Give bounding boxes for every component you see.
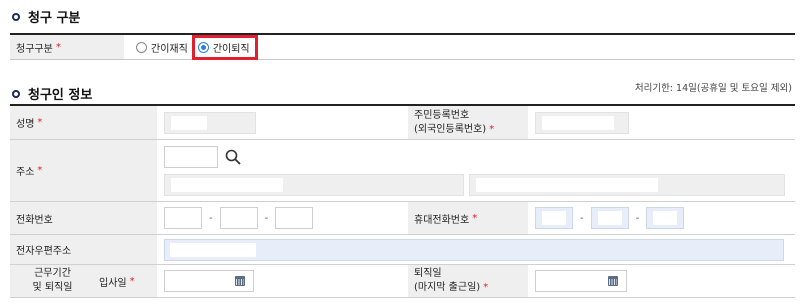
calendar-icon[interactable] (235, 276, 245, 286)
rrn-label: 주민등록번호 (외국인등록번호) * (408, 106, 528, 139)
work-period-label: 근무기간 및 퇴직일 (10, 265, 95, 297)
section-title-claim-type: 청구 구분 (12, 7, 80, 26)
rrn-input[interactable] (535, 111, 629, 134)
hire-date-cell (157, 265, 408, 297)
bullet-icon (12, 12, 20, 21)
row-work-period: 근무기간 및 퇴직일 입사일 * 퇴직일 (마지막 출근일) * (10, 265, 795, 298)
required-mark: * (55, 41, 61, 53)
hire-date-label: 입사일 * (95, 265, 157, 297)
claim-type-table: 청구구분 * 간이재직 간이퇴직 (10, 33, 795, 60)
radio-circle[interactable] (136, 41, 147, 53)
mobile-input-3[interactable] (646, 207, 685, 229)
radio-circle[interactable] (197, 41, 209, 53)
address-detail-input[interactable] (469, 173, 785, 196)
phone-label: 전화번호 (10, 202, 157, 234)
mobile-label: 휴대전화번호 * (408, 202, 528, 234)
claim-type-label: 청구구분 * (10, 35, 124, 59)
calendar-icon[interactable] (608, 276, 618, 286)
mobile-input-2[interactable] (590, 207, 629, 229)
mobile-input-1[interactable] (535, 207, 573, 229)
phone-input-1[interactable] (164, 207, 202, 229)
phone-input-2[interactable] (219, 207, 258, 229)
claimant-info-table: 성명 * 주민등록번호 (외국인등록번호) * 주소 * 전화번호 - - 휴대… (10, 104, 795, 298)
mobile-cell: - - (528, 202, 795, 234)
section-title-claimant-info: 청구인 정보 (12, 84, 92, 103)
address-cell (157, 140, 795, 201)
radio-simple-retired[interactable]: 간이퇴직 (191, 34, 258, 60)
claim-type-options: 간이재직 간이퇴직 (124, 34, 795, 60)
name-input[interactable] (164, 111, 256, 134)
processing-deadline: 처리기한: 14일(공휴일 및 토요일 제외) (634, 83, 792, 94)
row-email: 전자우편주소 (10, 235, 795, 265)
email-cell (157, 235, 795, 264)
address-main-input[interactable] (164, 173, 464, 196)
phone-cell: - - (157, 202, 408, 234)
row-phone: 전화번호 - - 휴대전화번호 * - - (10, 202, 795, 235)
row-name-rrn: 성명 * 주민등록번호 (외국인등록번호) * (10, 106, 795, 140)
postcode-input[interactable] (164, 145, 218, 168)
radio-simple-employed[interactable]: 간이재직 (136, 40, 188, 55)
search-icon[interactable] (222, 146, 244, 168)
email-label: 전자우편주소 (10, 235, 157, 264)
rrn-cell (528, 106, 795, 139)
retire-date-label: 퇴직일 (마지막 출근일) * (408, 265, 528, 297)
phone-input-3[interactable] (275, 207, 314, 229)
retire-date-input[interactable] (535, 270, 627, 292)
name-label: 성명 * (10, 106, 157, 139)
retire-date-cell (528, 265, 795, 297)
section-title-text: 청구인 정보 (28, 88, 93, 103)
row-address: 주소 * (10, 140, 795, 202)
address-label: 주소 * (10, 140, 157, 201)
name-cell (157, 106, 408, 139)
section-title-text: 청구 구분 (28, 11, 81, 26)
hire-date-input[interactable] (164, 270, 254, 292)
email-input[interactable] (164, 238, 784, 261)
bullet-icon (12, 89, 20, 98)
